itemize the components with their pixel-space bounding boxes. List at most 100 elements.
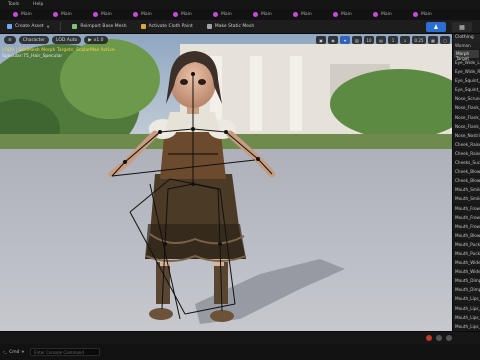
tab-main[interactable]: Main [80, 9, 120, 20]
viewport-scene [0, 34, 452, 331]
morph-target-item[interactable]: Mouth_Pucker_R [453, 250, 480, 260]
tab-main[interactable]: Main [400, 9, 440, 20]
panel-header[interactable]: Clothing [453, 34, 480, 42]
tab-main[interactable]: Main [280, 9, 320, 20]
morph-target-panel: Clothing Woman Morph Target Eye_Wide_L Ey… [452, 34, 480, 331]
morph-target-item[interactable]: Nose_Flank_Raise [453, 123, 480, 132]
asset-icon [413, 12, 418, 17]
asset-icon [133, 12, 138, 17]
status-bar: ›_ Cmd ▼ Enter Console Command [0, 344, 480, 360]
morph-target-item[interactable]: Nose_Nostril [453, 132, 480, 141]
morph-target-item[interactable]: Mouth_Blow [453, 232, 480, 241]
create-asset-button[interactable]: Create Asset ▼ [4, 22, 52, 32]
stop-button[interactable] [436, 335, 442, 341]
asset-icon [173, 12, 178, 17]
morph-target-item[interactable]: Cheek_Blow_L [453, 168, 480, 178]
playback-speed-button[interactable]: ▶ x1.0 [84, 36, 108, 44]
morph-target-item[interactable]: Mouth_Dimple [453, 277, 480, 287]
tab-main[interactable]: Main [240, 9, 280, 20]
rotate-tool-button[interactable]: ▧ [352, 36, 362, 44]
morph-target-item[interactable]: Cheek_Blow_R [453, 177, 480, 187]
view-mode-button[interactable]: ▣ [316, 36, 326, 44]
asset-icon [373, 12, 378, 17]
morph-target-item[interactable]: Eye_Squint_R [453, 86, 480, 96]
record-button[interactable] [426, 335, 432, 341]
chevron-down-icon: ▼ [46, 24, 50, 29]
loop-button[interactable] [446, 335, 452, 341]
hamburger-icon: ≡ [8, 37, 12, 43]
morph-target-item[interactable]: Mouth_Lips_B [453, 305, 480, 314]
morph-target-item[interactable]: Eye_Wide_R [453, 68, 480, 78]
console-cmd-dropdown[interactable]: ›_ Cmd ▼ [3, 350, 24, 355]
viewport-stats-overlay: LOD0 | SkelMesh Morph Targets: ScalarMax… [2, 48, 115, 60]
tab-main[interactable]: Main [0, 9, 40, 20]
create-asset-icon [7, 24, 12, 29]
morph-target-item[interactable]: Mouth_Frown_M [453, 223, 480, 232]
show-button[interactable]: ◉ [328, 36, 338, 44]
reimport-base-mesh-button[interactable]: Reimport Base Mesh [69, 22, 129, 32]
morph-target-item[interactable]: Mouth_Lips_Close [453, 323, 480, 331]
morph-target-item[interactable]: Eye_Wide_L [453, 59, 480, 69]
make-static-mesh-button[interactable]: Make Static Mesh [204, 22, 257, 32]
reimport-icon [72, 24, 78, 29]
right-sandal [210, 310, 234, 322]
asset-icon [253, 12, 258, 17]
morph-target-item[interactable]: Mouth_Lips_Open [453, 314, 480, 323]
morph-target-item[interactable]: Mouth_Frown_R [453, 214, 480, 223]
tab-main[interactable]: Main [320, 9, 360, 20]
viewport-menu-button[interactable]: ≡ [4, 36, 16, 44]
static-mesh-icon [206, 24, 212, 29]
grid-snap-value[interactable]: 10 [364, 36, 374, 44]
viewport[interactable]: ≡ Character LOD Auto ▶ x1.0 ▣ ◉ ⌖ ▧ 10 ▤… [0, 34, 452, 331]
asset-icon [213, 12, 218, 17]
animation-mode-button[interactable]: ▦ [452, 22, 472, 32]
translate-tool-button[interactable]: ⌖ [340, 36, 350, 44]
tab-main[interactable]: Main [360, 9, 400, 20]
rotation-snap-button[interactable]: ▤ [376, 36, 386, 44]
morph-target-item[interactable]: Mouth_Frown_L [453, 205, 480, 214]
menu-help[interactable]: Help [33, 2, 43, 7]
morph-target-item[interactable]: Mouth_Widen_R [453, 268, 480, 278]
chevron-down-icon: ▼ [21, 350, 25, 354]
morph-target-item[interactable]: Mouth_Dimple_R [453, 286, 480, 296]
lod-dropdown[interactable]: LOD Auto [52, 36, 82, 44]
asset-icon [293, 12, 298, 17]
character-mode-button[interactable]: ♟ [426, 22, 446, 32]
activate-cloth-paint-button[interactable]: Activate Cloth Paint [138, 22, 196, 32]
menu-tools[interactable]: Tools [8, 2, 19, 7]
scale-snap-button[interactable]: ↓ [400, 36, 410, 44]
morph-target-item[interactable]: Cheek_Raise_R [453, 150, 480, 160]
cloth-paint-icon [140, 24, 146, 29]
morph-target-item[interactable]: Nose_Flank_L [453, 104, 480, 114]
tab-main[interactable]: Main [160, 9, 200, 20]
morph-target-item[interactable]: Cheeks_Suck [453, 159, 480, 169]
morph-target-item[interactable]: Cheek_Raise_L [453, 141, 480, 150]
tab-main[interactable]: Main [120, 9, 160, 20]
overlay-line-2: Specular:75_Hair_Specular [2, 54, 63, 59]
morph-target-item[interactable]: Nose_Scrunch [453, 95, 480, 105]
console-command-input[interactable]: Enter Console Command [30, 348, 101, 356]
asset-icon [333, 12, 338, 17]
asset-icon [53, 12, 58, 17]
morph-target-item[interactable]: Mouth_Pucker [453, 241, 480, 250]
morph-target-list: Eye_Wide_L Eye_Wide_R Eye_Squint_L Eye_Squi… [453, 59, 480, 331]
morph-target-item[interactable]: Mouth_Smile_R [453, 195, 480, 205]
maximize-viewport-button[interactable]: ▢ [440, 36, 450, 44]
grid-icon: ▦ [459, 23, 465, 31]
morph-target-item[interactable]: Mouth_Lips_T [453, 295, 480, 305]
tab-main[interactable]: Main [40, 9, 80, 20]
morph-target-item[interactable]: Nose_Flank_R [453, 114, 480, 123]
play-icon: ▶ [88, 37, 92, 43]
morph-target-item[interactable]: Mouth_Smile_L [453, 186, 480, 196]
morph-target-item[interactable]: Eye_Squint_L [453, 77, 480, 87]
rotation-snap-value[interactable]: 1 [388, 36, 398, 44]
morph-target-item[interactable]: Mouth_Widen [453, 259, 480, 269]
toolbar-divider [60, 22, 62, 31]
perspective-dropdown[interactable]: Character [18, 36, 49, 44]
scale-snap-value[interactable]: 0.25 [412, 36, 426, 44]
console-icon: ›_ [3, 349, 8, 355]
morph-target-selector[interactable]: Morph Target [454, 50, 479, 61]
tab-main[interactable]: Main [200, 9, 240, 20]
panel-subheader: Woman [453, 42, 480, 49]
camera-speed-button[interactable]: ▦ [428, 36, 438, 44]
